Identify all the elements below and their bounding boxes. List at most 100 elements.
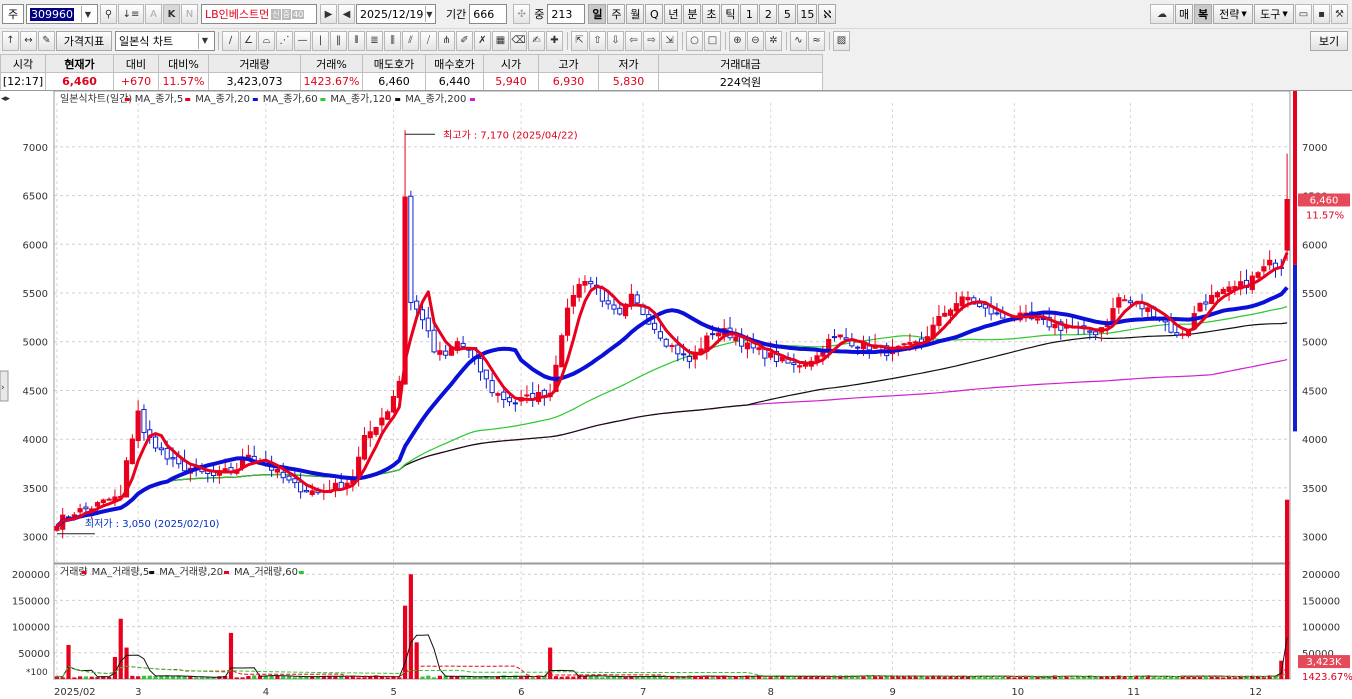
pencil-icon[interactable]: ✐ — [456, 30, 473, 51]
date-input[interactable]: 2025/12/19 ▼ — [356, 4, 436, 24]
volume-bar — [878, 676, 883, 679]
mode-n-button[interactable]: N — [181, 4, 198, 24]
folder-open-icon[interactable]: ▭ — [1295, 4, 1312, 24]
save-icon[interactable]: ▪ — [1313, 4, 1330, 24]
search-icon[interactable]: ⚲ — [100, 4, 117, 24]
text-edit-icon[interactable]: ✍ — [528, 30, 545, 51]
channel-icon[interactable]: ⫽ — [402, 30, 419, 51]
scroll-end-icon[interactable]: ⇲ — [661, 30, 678, 51]
rectangle-icon[interactable]: □ — [704, 30, 721, 51]
compare-button[interactable]: 매 — [1175, 4, 1193, 24]
volume-bar — [1261, 677, 1266, 679]
cloud-icon[interactable]: ☁ — [1150, 4, 1174, 24]
stock-code-input[interactable]: 309960 ▼ — [26, 4, 98, 24]
candle-body — [855, 346, 861, 349]
chart-area[interactable]: 3000 3000 3500 3500 4000 4000 4500 4500 5000 5000… — [0, 90, 1352, 699]
angle-line-icon[interactable]: ∠ — [240, 30, 257, 51]
interval-day-button[interactable]: 일 — [588, 4, 607, 24]
grid-lines-icon[interactable]: ≣ — [366, 30, 383, 51]
quote-volume-pct: 1423.67% — [300, 72, 363, 91]
view-button[interactable]: 보기 — [1310, 30, 1348, 51]
legend-label: MA_거래량,5 — [92, 566, 150, 578]
interval-tick-button[interactable]: 틱 — [721, 4, 740, 24]
mode-a-button[interactable]: A — [145, 4, 162, 24]
market-selector[interactable]: 주 — [2, 4, 24, 24]
interval-custom-icon[interactable]: ℵ — [818, 4, 837, 24]
interval-minute-button[interactable]: 분 — [683, 4, 702, 24]
settings-icon[interactable]: ✲ — [765, 30, 782, 51]
candlestick-chart[interactable]: 3000 3000 3500 3500 4000 4000 4500 4500 5000 5000… — [0, 90, 1352, 699]
volume-bar — [136, 676, 141, 679]
volume-bar — [1151, 676, 1156, 679]
fan-line-icon[interactable]: ⋰ — [276, 30, 293, 51]
wave-alt-icon[interactable]: ≈ — [808, 30, 825, 51]
arc-icon[interactable]: ⌓ — [258, 30, 275, 51]
quote-header: 매도호가 — [362, 54, 426, 73]
zoom-in-icon[interactable]: ⊕ — [729, 30, 746, 51]
interval-2-button[interactable]: 2 — [759, 4, 778, 24]
indicator-button[interactable]: 가격지표 — [56, 30, 112, 51]
duplicate-button[interactable]: 복 — [1194, 4, 1212, 24]
stock-name-field[interactable]: LB인베스트먼 신 증 40 — [201, 4, 317, 24]
scroll-left-icon[interactable]: ⇦ — [625, 30, 642, 51]
wave-icon[interactable]: ∿ — [790, 30, 807, 51]
price-axis-label-right: 5000 — [1302, 338, 1327, 349]
circle-icon[interactable]: ○ — [686, 30, 703, 51]
fill-color-icon[interactable]: ▦ — [492, 30, 509, 51]
edit-note-icon[interactable]: ✎ — [38, 30, 55, 51]
price-axis-label-right: 6000 — [1302, 240, 1327, 251]
interval-second-button[interactable]: 초 — [702, 4, 721, 24]
quote-header: 거래량 — [208, 54, 301, 73]
legend-label: MA_종가,120 — [330, 93, 391, 105]
trendline-icon[interactable]: ∕ — [222, 30, 239, 51]
chevron-down-icon[interactable]: ▼ — [81, 6, 94, 22]
fibonacci-time-icon[interactable]: ‖ — [330, 30, 347, 51]
andrews-pitchfork-icon[interactable]: ⋔ — [438, 30, 455, 51]
scroll-down-icon[interactable]: ⇩ — [607, 30, 624, 51]
eraser-icon[interactable]: ⌫ — [510, 30, 527, 51]
scroll-top-icon[interactable]: ⇱ — [571, 30, 588, 51]
quote-header: 대비% — [158, 54, 209, 73]
quote-header: 현재가 — [45, 54, 114, 73]
volume-bar — [124, 647, 129, 679]
arrow-up-icon[interactable]: ↑ — [2, 30, 19, 51]
parallel-lines-icon[interactable]: ⧸ — [420, 30, 437, 51]
last-change-value: 11.57% — [1306, 210, 1344, 221]
crosshair-icon[interactable]: ✚ — [546, 30, 563, 51]
scroll-right-icon[interactable]: ⇨ — [643, 30, 660, 51]
mode-k-button[interactable]: K — [163, 4, 180, 24]
interval-year-button[interactable]: 년 — [664, 4, 683, 24]
image-capture-icon[interactable]: ▨ — [833, 30, 850, 51]
chart-type-select[interactable]: 일본식 차트 ▼ — [115, 30, 215, 51]
interval-week-button[interactable]: 주 — [607, 4, 626, 24]
expand-horizontal-icon[interactable]: ↔ — [20, 30, 37, 51]
play-forward-icon[interactable]: ▶ — [320, 4, 337, 24]
candle-body — [837, 334, 843, 338]
play-back-icon[interactable]: ◀ — [338, 4, 355, 24]
period-input[interactable]: 666 — [469, 4, 508, 24]
volume-bar — [1070, 677, 1075, 679]
tools-button[interactable]: 도구 ▼ — [1254, 4, 1294, 24]
calendar-dropdown-icon[interactable]: ▼ — [425, 6, 433, 22]
interval-1-button[interactable]: 1 — [740, 4, 759, 24]
zoom-icon[interactable]: ✣ — [513, 4, 531, 24]
volume-bar — [1122, 677, 1127, 679]
wrench-icon[interactable]: ⚒ — [1331, 4, 1348, 24]
interval-5-button[interactable]: 5 — [778, 4, 797, 24]
horizontal-line-icon[interactable]: — — [294, 30, 311, 51]
interval-quarter-button[interactable]: Q — [645, 4, 664, 24]
interval-15-button[interactable]: 15 — [797, 4, 818, 24]
eraser-all-icon[interactable]: ✗ — [474, 30, 491, 51]
vertical-line-icon[interactable]: | — [312, 30, 329, 51]
cycle-line-icon[interactable]: ⦀ — [348, 30, 365, 51]
interval-month-button[interactable]: 월 — [626, 4, 645, 24]
period-label: 기간 — [446, 8, 467, 21]
chevron-down-icon[interactable]: ▼ — [198, 32, 211, 49]
sort-dropdown-icon[interactable]: ↓≡ — [118, 4, 144, 24]
strategy-button[interactable]: 전략 ▼ — [1213, 4, 1253, 24]
gann-fan-icon[interactable]: ⫼ — [384, 30, 401, 51]
zoom-out-icon[interactable]: ⊖ — [747, 30, 764, 51]
volume-bar — [83, 676, 89, 679]
zoom-input[interactable]: 213 — [547, 4, 586, 24]
scroll-up-icon[interactable]: ⇧ — [589, 30, 606, 51]
